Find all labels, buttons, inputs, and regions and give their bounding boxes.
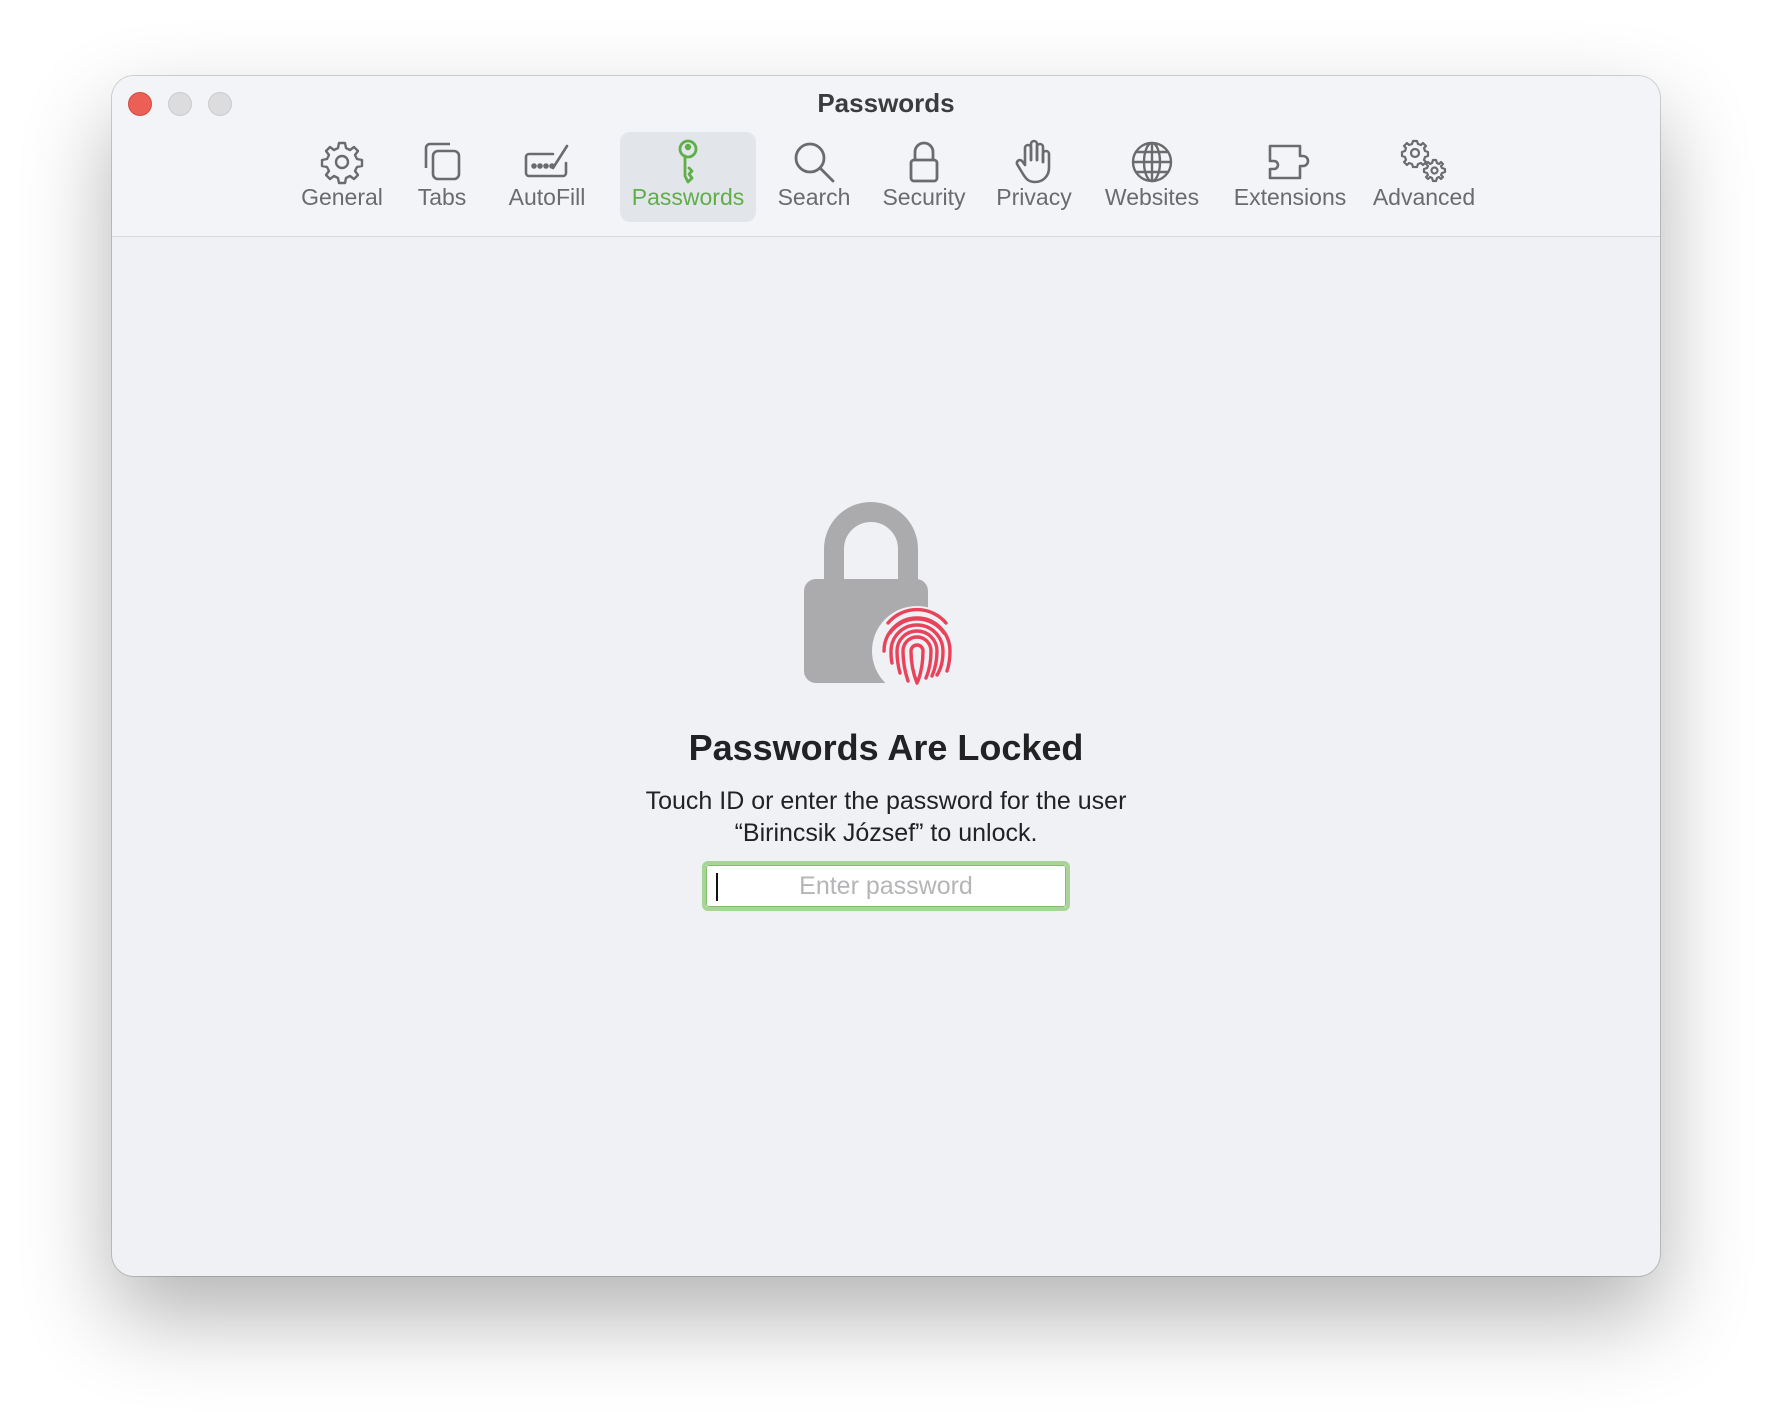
locked-title: Passwords Are Locked xyxy=(688,727,1084,768)
tab-security-label: Security xyxy=(882,184,966,210)
tab-passwords-label: Passwords xyxy=(631,184,745,210)
tab-tabs-label: Tabs xyxy=(417,184,467,210)
globe-icon xyxy=(1128,138,1176,186)
tab-advanced-label: Advanced xyxy=(1372,184,1476,210)
tab-websites-label: Websites xyxy=(1104,184,1200,210)
passwords-pane: Passwords Are Locked Touch ID or enter t… xyxy=(112,237,1660,1276)
tab-general[interactable]: General xyxy=(282,132,402,222)
tab-extensions[interactable]: Extensions xyxy=(1222,132,1358,222)
puzzle-icon xyxy=(1266,138,1314,186)
tab-privacy[interactable]: Privacy xyxy=(986,132,1082,222)
tabs-icon xyxy=(418,138,466,186)
locked-message-line1: Touch ID or enter the password for the u… xyxy=(645,787,1127,815)
password-field-container xyxy=(702,861,1070,911)
password-input[interactable] xyxy=(706,865,1066,907)
gear-icon xyxy=(318,138,366,186)
tab-autofill-label: AutoFill xyxy=(508,184,586,210)
tab-advanced[interactable]: Advanced xyxy=(1368,132,1480,222)
tab-websites[interactable]: Websites xyxy=(1092,132,1212,222)
locked-message-line2: “Birincsik József” to unlock. xyxy=(734,819,1038,847)
autofill-icon xyxy=(523,138,571,186)
tab-search[interactable]: Search xyxy=(766,132,862,222)
lock-icon xyxy=(900,138,948,186)
tab-autofill[interactable]: AutoFill xyxy=(492,132,602,222)
lock-with-fingerprint-icon xyxy=(804,493,974,696)
tab-tabs[interactable]: Tabs xyxy=(402,132,482,222)
search-icon xyxy=(790,138,838,186)
advanced-gears-icon xyxy=(1400,138,1448,186)
text-caret xyxy=(716,873,718,901)
tab-search-label: Search xyxy=(777,184,851,210)
window-title: Passwords xyxy=(817,88,955,118)
key-icon xyxy=(664,138,712,186)
tab-extensions-label: Extensions xyxy=(1233,184,1347,210)
locked-message: Touch ID or enter the password for the u… xyxy=(112,785,1660,849)
titlebar: Passwords General Tabs AutoFill Password… xyxy=(112,76,1660,237)
tab-privacy-label: Privacy xyxy=(996,184,1072,210)
tab-passwords[interactable]: Passwords xyxy=(620,132,756,222)
hand-icon xyxy=(1010,138,1058,186)
tab-general-label: General xyxy=(301,184,383,210)
tab-security[interactable]: Security xyxy=(872,132,976,222)
preferences-toolbar: General Tabs AutoFill Passwords Search S… xyxy=(112,132,1660,224)
preferences-window: Passwords General Tabs AutoFill Password… xyxy=(112,76,1660,1276)
